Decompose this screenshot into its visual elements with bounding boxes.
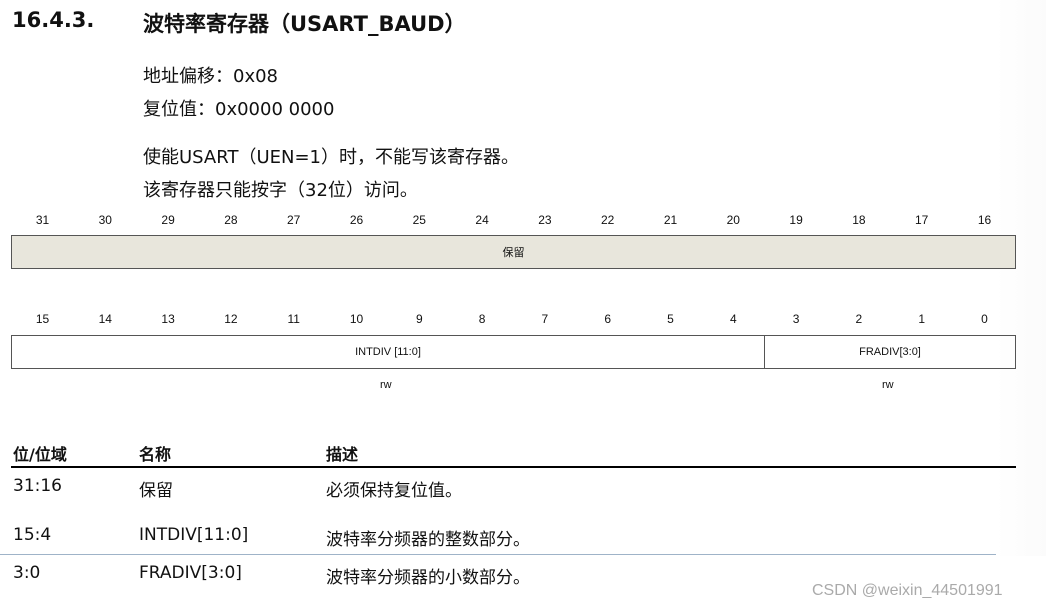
bit-number: 29 (161, 213, 175, 227)
bit-number: 31 (35, 213, 50, 227)
table-header-rule (11, 466, 1016, 468)
bit-number: 20 (726, 213, 740, 227)
bit-number: 15 (35, 312, 50, 326)
bit-number: 28 (224, 213, 238, 227)
header-name: 名称 (139, 445, 172, 464)
header-bits: 位/位域 (13, 445, 67, 464)
bit-number: 24 (475, 213, 489, 227)
row-description: 波特率分频器的整数部分。 (326, 530, 530, 550)
row-divider (0, 554, 996, 555)
row-bits: 3:0 (13, 563, 41, 583)
bit-number: 2 (855, 312, 863, 326)
watermark: CSDN @weixin_44501991 (812, 582, 1003, 599)
bit-number: 3 (792, 312, 800, 326)
bit-number: 19 (789, 213, 803, 227)
bit-number: 14 (98, 312, 112, 326)
bit-number: 25 (412, 213, 426, 227)
bit-number: 30 (98, 213, 112, 227)
upper-bit-numbers: 31 30 29 28 27 26 25 24 23 22 21 20 19 18 17 16 (11, 213, 1016, 229)
section-number: 16.4.3. (12, 8, 95, 32)
address-offset: 地址偏移：0x08 (143, 66, 279, 87)
row-description: 波特率分频器的小数部分。 (326, 568, 530, 588)
bit-number: 17 (915, 213, 929, 227)
bit-number: 23 (538, 213, 552, 227)
write-note: 使能USART（UEN=1）时，不能写该寄存器。 (143, 147, 519, 168)
bit-number: 11 (287, 312, 300, 326)
access-note: 该寄存器只能按字（32位）访问。 (143, 180, 418, 201)
bit-number: 18 (852, 213, 866, 227)
bit-number: 5 (667, 312, 674, 326)
bit-number: 27 (287, 213, 301, 227)
bit-number: 8 (478, 312, 486, 326)
bit-number: 21 (663, 213, 678, 227)
row-bits: 31:16 (13, 476, 62, 496)
intdiv-access: rw (380, 379, 392, 391)
bit-number: 1 (918, 312, 926, 326)
row-name: FRADIV[3:0] (139, 563, 242, 583)
bit-number: 7 (541, 312, 549, 326)
row-name: 保留 (139, 481, 173, 501)
bit-number: 13 (161, 312, 175, 326)
bit-number: 4 (729, 312, 737, 326)
fradiv-field: FRADIV[3:0] (764, 335, 1016, 369)
bit-number: 9 (415, 312, 423, 326)
reset-value: 复位值：0x0000 0000 (143, 99, 335, 120)
reserved-field: 保留 (11, 235, 1016, 269)
row-description: 必须保持复位值。 (326, 481, 462, 501)
bit-number: 22 (601, 213, 615, 227)
bit-number: 16 (977, 213, 992, 227)
lower-bit-numbers: 15 14 13 12 11 10 9 8 7 6 5 4 3 2 1 0 (11, 312, 1016, 328)
bit-number: 6 (604, 312, 612, 326)
row-bits: 15:4 (13, 525, 52, 545)
header-description: 描述 (326, 445, 359, 464)
bit-number: 12 (224, 312, 238, 326)
bit-number: 10 (349, 312, 364, 326)
section-title: 波特率寄存器（USART_BAUD） (143, 12, 466, 36)
bit-number: 0 (981, 312, 988, 326)
row-name: INTDIV[11:0] (139, 525, 249, 545)
bit-number: 26 (349, 213, 364, 227)
fradiv-access: rw (882, 379, 894, 391)
intdiv-field: INTDIV [11:0] (11, 335, 765, 369)
page-edge-shade (996, 0, 1046, 556)
